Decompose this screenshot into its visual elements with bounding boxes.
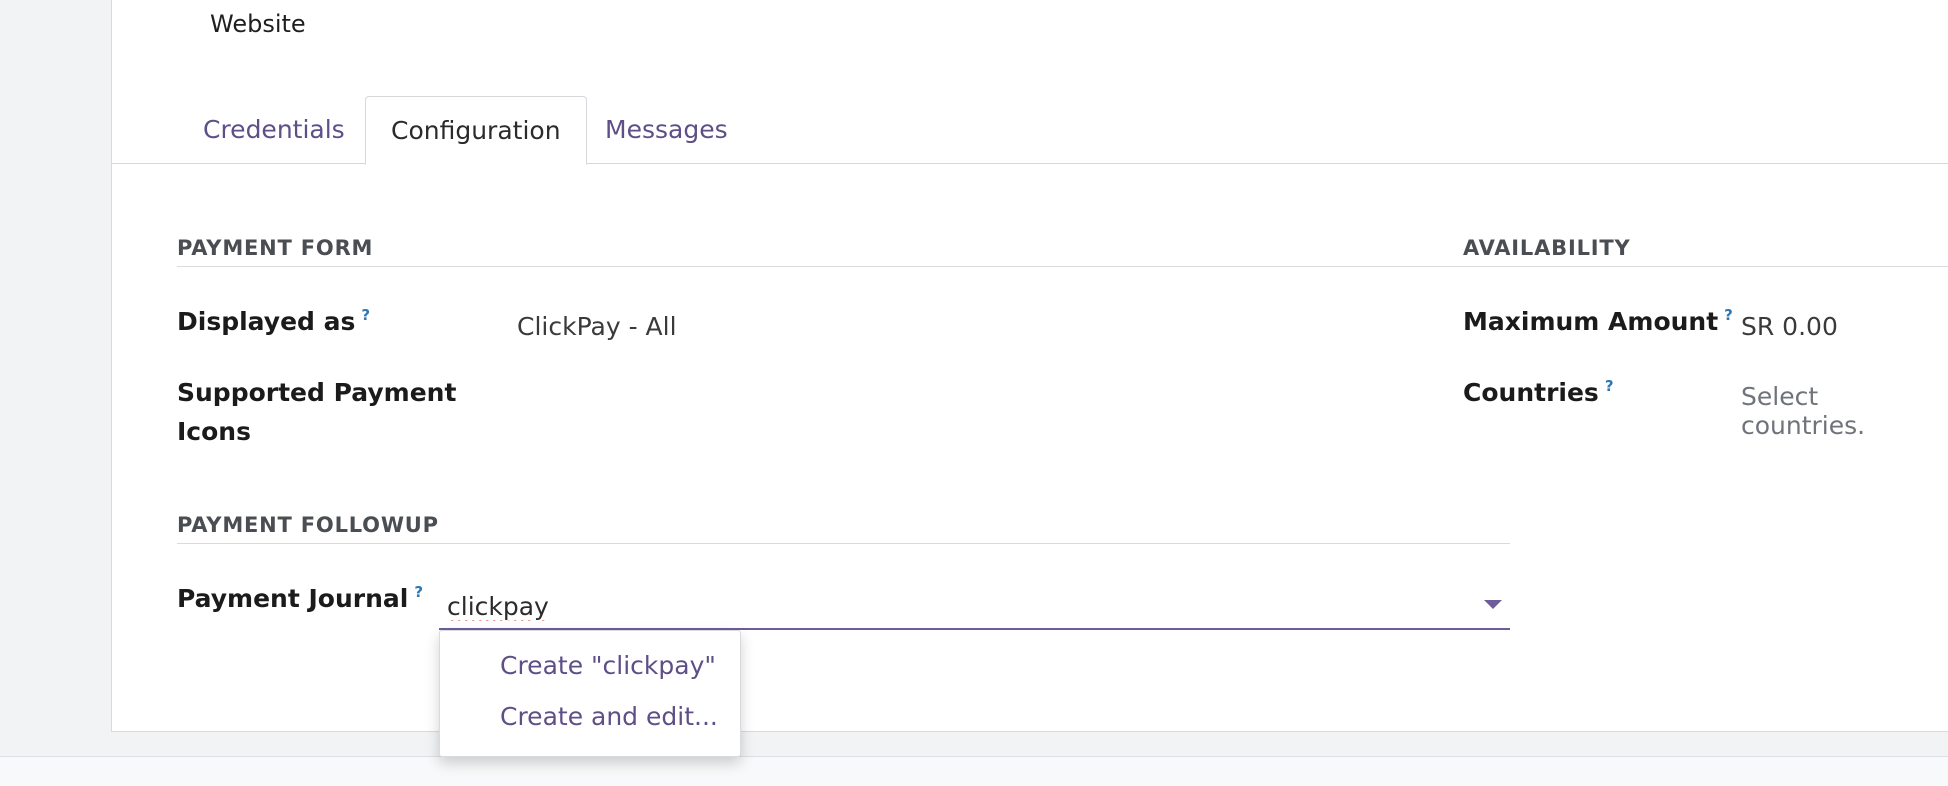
displayed-as-value[interactable]: ClickPay - All — [517, 312, 677, 341]
help-icon[interactable]: ? — [1605, 377, 1614, 395]
tab-messages[interactable]: Messages — [580, 96, 753, 164]
form-sheet: Website Credentials Configuration Messag… — [111, 0, 1948, 732]
help-icon[interactable]: ? — [414, 583, 423, 601]
payment-journal-label: Payment Journal? — [177, 579, 423, 618]
caret-down-icon[interactable] — [1484, 600, 1502, 609]
help-icon[interactable]: ? — [361, 306, 370, 324]
max-amount-label-text: Maximum Amount — [1463, 307, 1719, 336]
autocomplete-dropdown: Create "clickpay" Create and edit... — [439, 630, 741, 757]
payment-journal-label-text: Payment Journal — [177, 584, 409, 613]
countries-label-text: Countries — [1463, 378, 1599, 407]
availability-divider — [1463, 266, 1948, 267]
max-amount-value[interactable]: SR 0.00 — [1741, 312, 1838, 341]
footer-band — [0, 756, 1948, 786]
payment-form-divider — [177, 266, 1510, 267]
create-option[interactable]: Create "clickpay" — [500, 651, 716, 680]
payment-journal-input[interactable] — [447, 588, 1347, 624]
tab-credentials[interactable]: Credentials — [178, 96, 370, 164]
notebook-tabs: Credentials Configuration Messages — [112, 96, 1948, 165]
help-icon[interactable]: ? — [1724, 306, 1733, 324]
displayed-as-label-text: Displayed as — [177, 307, 356, 336]
displayed-as-label: Displayed as? — [177, 302, 370, 341]
supported-icons-label: Supported Payment Icons — [177, 373, 456, 451]
max-amount-label: Maximum Amount? — [1463, 302, 1733, 341]
availability-title: AVAILABILITY — [1463, 236, 1631, 260]
payment-form-title: PAYMENT FORM — [177, 236, 374, 260]
tab-configuration[interactable]: Configuration — [365, 96, 587, 165]
supported-icons-label-line2: Icons — [177, 417, 251, 446]
supported-icons-label-line1: Supported Payment — [177, 378, 457, 407]
payment-journal-field[interactable] — [439, 578, 1510, 630]
countries-label: Countries? — [1463, 373, 1614, 412]
countries-input[interactable]: Select countries. — [1741, 382, 1948, 440]
payment-followup-divider — [177, 543, 1510, 544]
create-and-edit-option[interactable]: Create and edit... — [500, 702, 718, 731]
payment-followup-title: PAYMENT FOLLOWUP — [177, 513, 439, 537]
website-label: Website — [210, 10, 306, 38]
